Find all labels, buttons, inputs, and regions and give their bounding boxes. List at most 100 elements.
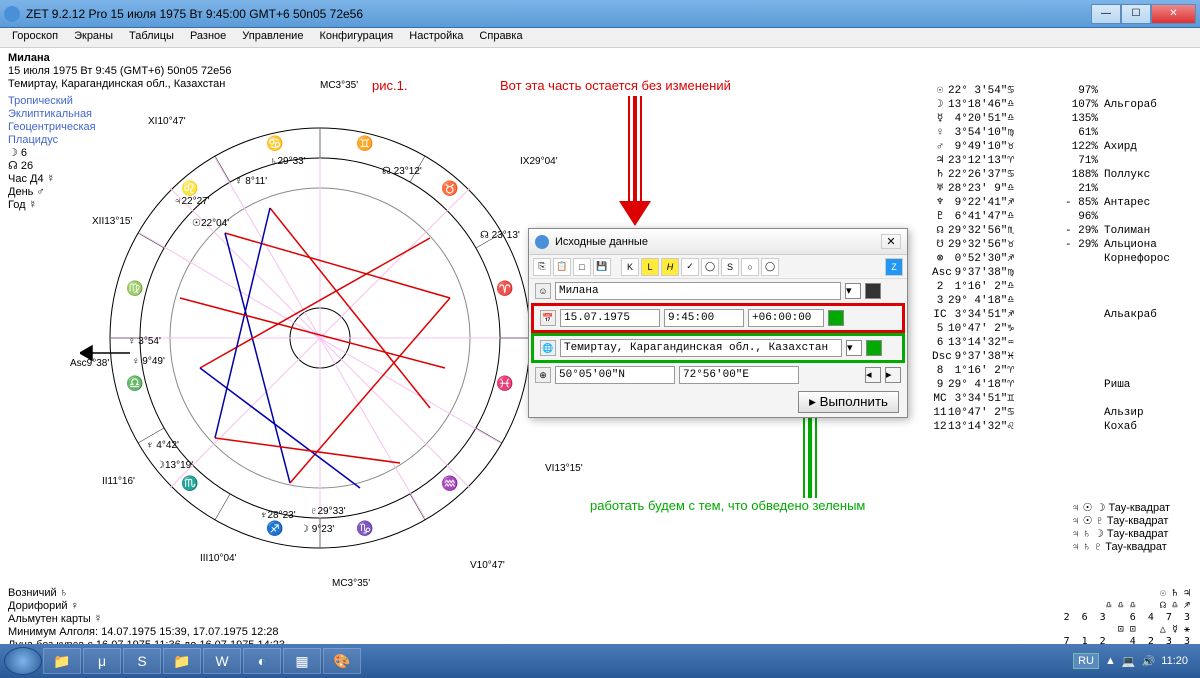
lat-input[interactable]	[555, 366, 675, 384]
deg-p3: ☊ 23°12'	[382, 166, 422, 177]
dialog-close-button[interactable]: ✕	[881, 234, 901, 249]
task-zet[interactable]: ◐	[243, 648, 281, 674]
tb-s[interactable]: S	[721, 258, 739, 276]
tray-flag[interactable]: ▲	[1105, 655, 1116, 667]
lang-indicator[interactable]: RU	[1073, 653, 1099, 669]
app-icon	[4, 6, 20, 22]
tray-clock[interactable]: 11:20	[1161, 655, 1188, 667]
dialog-titlebar[interactable]: Исходные данные ✕	[529, 229, 907, 255]
menu-config[interactable]: Конфигурация	[311, 28, 401, 47]
chart-place-line: Темиртау, Карагандинская обл., Казахстан	[8, 78, 232, 91]
tray-network[interactable]: 💻	[1122, 655, 1136, 668]
task-explorer[interactable]: 📁	[43, 648, 81, 674]
tb-o3[interactable]: ◯	[761, 258, 779, 276]
tb-save[interactable]: 💾	[593, 258, 611, 276]
tz-input[interactable]	[748, 309, 824, 327]
label-mc: MC3°35'	[320, 80, 358, 91]
start-button[interactable]	[4, 647, 42, 675]
name-menu[interactable]	[865, 283, 881, 299]
close-button[interactable]: ✕	[1151, 4, 1196, 24]
menu-control[interactable]: Управление	[234, 28, 311, 47]
tb-l[interactable]: L	[641, 258, 659, 276]
tb-h[interactable]: H	[661, 258, 679, 276]
algol: Минимум Алголя: 14.07.1975 15:39, 17.07.…	[8, 626, 285, 639]
menu-horoscope[interactable]: Гороскоп	[4, 28, 66, 47]
planet-row: 1213°14'32"♌Кохаб	[932, 420, 1192, 434]
coord-next[interactable]: ▸	[885, 367, 901, 383]
coord-icon: ⊕	[535, 367, 551, 383]
label-xi: XI10°47'	[148, 116, 186, 127]
planet-row: 329° 4'18"♎	[932, 294, 1192, 308]
tb-new[interactable]: □	[573, 258, 591, 276]
minimize-button[interactable]: —	[1091, 4, 1121, 24]
svg-text:♉: ♉	[441, 180, 458, 197]
svg-text:♈: ♈	[496, 280, 513, 297]
tb-paste[interactable]: 📋	[553, 258, 571, 276]
date-input[interactable]	[560, 309, 660, 327]
tray-sound[interactable]: 🔊	[1142, 655, 1156, 668]
place-map[interactable]	[866, 340, 882, 356]
planet-table: ☉22° 3'54"♋97%☽13°18'46"♎107%Альгораб☿ 4…	[932, 84, 1192, 434]
tz-button[interactable]	[828, 310, 844, 326]
tb-copy[interactable]: ⎘	[533, 258, 551, 276]
tb-o2[interactable]: ○	[741, 258, 759, 276]
svg-text:♐: ♐	[266, 520, 283, 537]
name-icon: ☺	[535, 283, 551, 299]
planet-row: ♇ 6°41'47"♎96%	[932, 210, 1192, 224]
name-input[interactable]	[555, 282, 841, 300]
task-utorrent[interactable]: μ	[83, 648, 121, 674]
place-input[interactable]	[560, 339, 842, 357]
task-word[interactable]: W	[203, 648, 241, 674]
execute-button[interactable]: ▸ Выполнить	[798, 391, 899, 413]
deg-p17: MC3°35'	[332, 578, 370, 589]
chart-name: Милана	[8, 52, 232, 65]
bottom-info: Возничий ♄ Дорифорий ♀ Альмутен карты ☿ …	[8, 587, 285, 652]
svg-text:♋: ♋	[266, 135, 283, 152]
label-xii: XII13°15'	[92, 216, 132, 227]
menu-misc[interactable]: Разное	[182, 28, 234, 47]
planet-row: ☊29°32'56"♏- 29%Толиман	[932, 224, 1192, 238]
svg-text:♌: ♌	[181, 180, 198, 197]
source-data-dialog: Исходные данные ✕ ⎘ 📋 □ 💾 K L H ✓ ◯ S ○ …	[528, 228, 908, 418]
task-app2[interactable]: ▦	[283, 648, 321, 674]
menu-screens[interactable]: Экраны	[66, 28, 121, 47]
time-input[interactable]	[664, 309, 744, 327]
dialog-toolbar: ⎘ 📋 □ 💾 K L H ✓ ◯ S ○ ◯ Z	[529, 255, 907, 279]
lon-input[interactable]	[679, 366, 799, 384]
label-v: V10°47'	[470, 560, 505, 571]
maximize-button[interactable]: ☐	[1121, 4, 1151, 24]
task-folder2[interactable]: 📁	[163, 648, 201, 674]
label-vi: VI13°15'	[545, 463, 583, 474]
dialog-title: Исходные данные	[555, 236, 648, 248]
svg-text:♎: ♎	[126, 375, 143, 392]
deg-p4: ☊ 23°13'	[480, 230, 520, 241]
menu-help[interactable]: Справка	[471, 28, 530, 47]
task-paint[interactable]: 🎨	[323, 648, 361, 674]
system-tray: RU ▲ 💻 🔊 11:20	[1073, 653, 1196, 669]
taskbar: 📁 μ S 📁 W ◐ ▦ 🎨 RU ▲ 💻 🔊 11:20	[0, 644, 1200, 678]
planet-row: 1110°47' 2"♋Альзир	[932, 406, 1192, 420]
name-dropdown[interactable]: ▾	[845, 283, 861, 299]
planet-row: ⊗ 0°52'30"♐Корнефорос	[932, 252, 1192, 266]
deg-p8: ♀ 9°49'	[132, 356, 165, 367]
svg-text:♏: ♏	[181, 475, 198, 492]
tau-config: ♃ ☉ ☽ Тау-квадрат ♃ ☉ ♇ Тау-квадрат ♃ ♄ …	[1071, 502, 1170, 554]
task-skype[interactable]: S	[123, 648, 161, 674]
planet-row: 613°14'32"♒	[932, 336, 1192, 350]
tb-o1[interactable]: ◯	[701, 258, 719, 276]
planet-row: ♆ 9°22'41"♐- 85%Антарес	[932, 196, 1192, 210]
planet-row: ☿ 4°20'51"♎135%	[932, 112, 1192, 126]
deg-p7: ♀ 3°54'	[128, 336, 161, 347]
tb-z[interactable]: Z	[885, 258, 903, 276]
tb-v[interactable]: ✓	[681, 258, 699, 276]
deg-p6: ♃22°27'	[174, 196, 210, 207]
coord-prev[interactable]: ◂	[865, 367, 881, 383]
rising: Возничий ♄	[8, 587, 285, 600]
annotation-red: Вот эта часть остается без изменений	[500, 78, 731, 93]
tb-k[interactable]: K	[621, 258, 639, 276]
deg-p1: ♄29°33'	[270, 156, 306, 167]
menu-settings[interactable]: Настройка	[401, 28, 471, 47]
place-dropdown[interactable]: ▾	[846, 340, 862, 356]
label-ii: II11°16'	[102, 476, 135, 487]
menu-tables[interactable]: Таблицы	[121, 28, 182, 47]
